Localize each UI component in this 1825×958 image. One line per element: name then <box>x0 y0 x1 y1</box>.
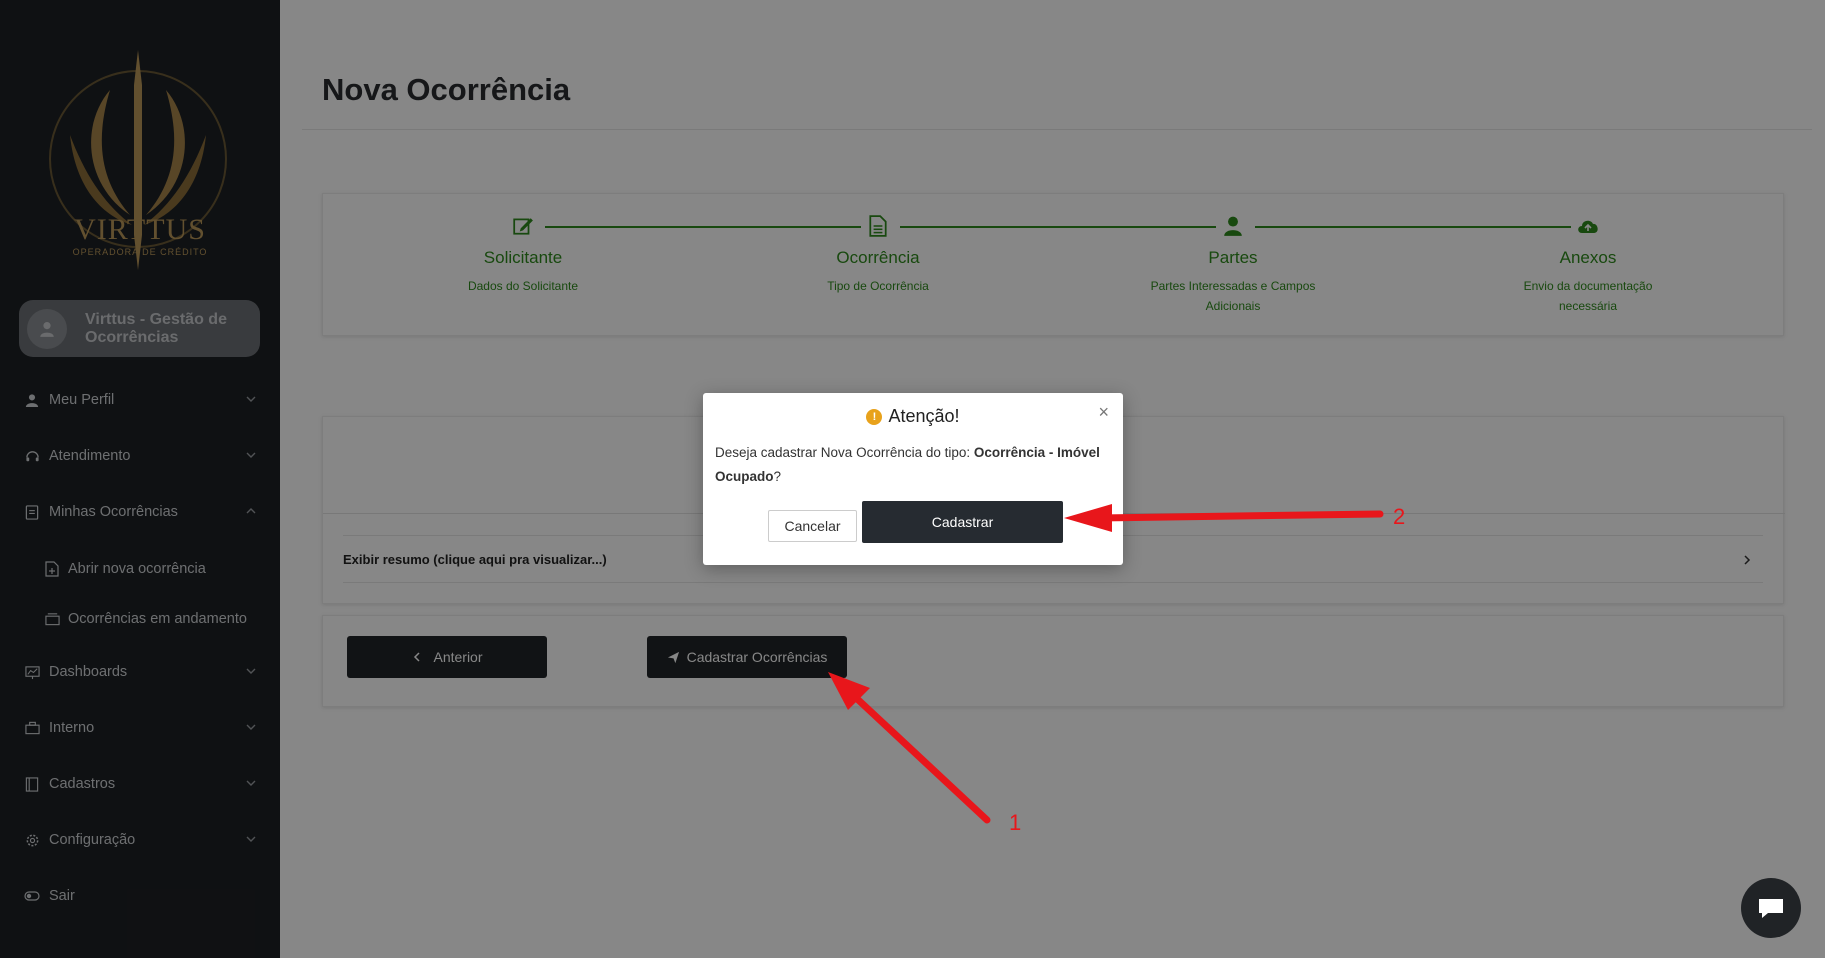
annotation-label-1: 1 <box>1009 810 1022 835</box>
confirm-register-button[interactable]: Cadastrar <box>862 501 1063 543</box>
chat-bubble-icon <box>1759 899 1783 918</box>
dialog-message: Deseja cadastrar Nova Ocorrência do tipo… <box>715 441 1111 489</box>
chat-widget-button[interactable] <box>1741 878 1801 938</box>
close-icon[interactable]: × <box>1098 402 1109 423</box>
annotation-label-2: 2 <box>1393 504 1406 529</box>
dialog-message-suffix: ? <box>773 469 782 484</box>
cancel-button[interactable]: Cancelar <box>768 510 857 542</box>
warning-icon: ! <box>866 408 883 425</box>
confirmation-dialog: ! Atenção! × Deseja cadastrar Nova Ocorr… <box>703 393 1123 565</box>
dialog-title-text: Atenção! <box>888 406 960 426</box>
dialog-title: ! Atenção! <box>703 406 1123 427</box>
dialog-message-prefix: Deseja cadastrar Nova Ocorrência do tipo… <box>715 445 974 460</box>
